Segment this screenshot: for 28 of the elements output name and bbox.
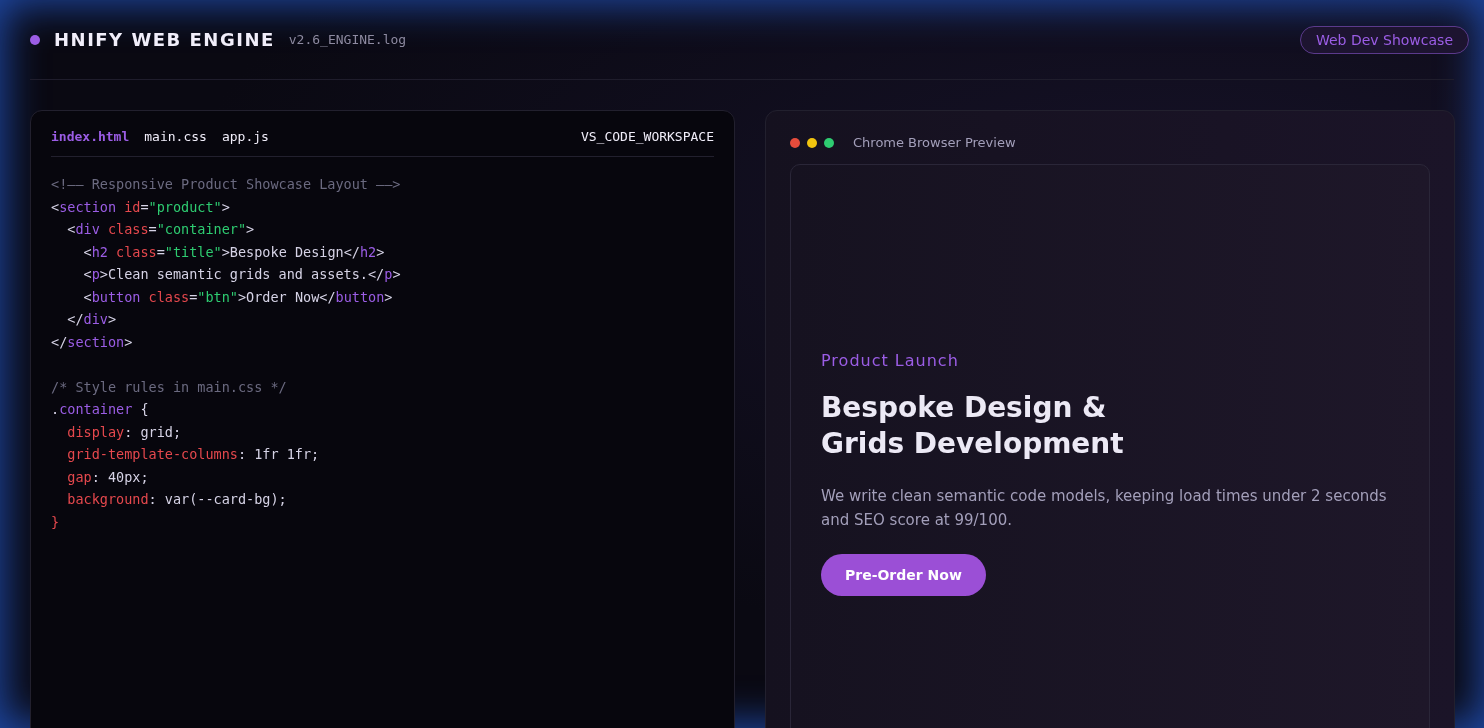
- hero-description: We write clean semantic code models, keeping load times under 2 seconds and SEO score at 99/100.: [821, 486, 1388, 531]
- preview-title: Chrome Browser Preview: [853, 135, 1016, 150]
- code-line: <p>Clean semantic grids and assets.</p>: [82, 265, 401, 284]
- showcase-badge: Web Dev Showcase: [1299, 25, 1469, 54]
- workspace-label: VS_CODE_WORKSPACE: [580, 129, 714, 144]
- code-line: </section>: [51, 332, 133, 352]
- code-line: .container {: [51, 400, 149, 419]
- code-line: <button class="btn">Order Now</button>: [82, 287, 393, 307]
- code-line: gap: 40px;: [66, 467, 149, 487]
- file-tab[interactable]: app.js: [221, 129, 269, 144]
- file-tab[interactable]: main.css: [144, 129, 207, 144]
- status-dot: [30, 34, 40, 45]
- hero-heading: Bespoke Design & Grids Development: [821, 390, 1124, 462]
- code-line: <div class="container">: [66, 220, 255, 239]
- code-line: <h2 class="title">Bespoke Design</h2>: [82, 242, 385, 262]
- code-line: background: var(--card-bg);: [66, 490, 287, 509]
- brand-title: HNIFY WEB ENGINE: [54, 29, 275, 50]
- code-line: display: grid;: [66, 422, 182, 442]
- code-line: <section id="product">: [51, 197, 230, 217]
- code-line: }: [51, 512, 60, 532]
- code-line: <!—— Responsive Product Showcase Layout ——>: [51, 175, 401, 194]
- pre-order-button[interactable]: Pre-Order Now: [821, 554, 986, 596]
- eyebrow-label: Product Launch: [821, 351, 960, 370]
- code-line: </div>: [66, 310, 117, 329]
- version-label: v2.6_ENGINE.log: [288, 32, 407, 47]
- code-line: /* Style rules in main.css */: [51, 377, 287, 397]
- code-line: grid-template-columns: 1fr 1fr;: [66, 445, 320, 464]
- file-tab[interactable]: index.html: [51, 129, 130, 144]
